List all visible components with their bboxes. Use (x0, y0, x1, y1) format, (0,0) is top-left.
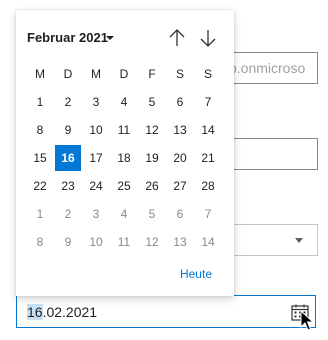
day-cell[interactable]: 3 (83, 201, 109, 227)
day-cell[interactable]: 14 (195, 229, 221, 255)
day-cell[interactable]: 20 (167, 145, 193, 171)
day-cell[interactable]: 25 (111, 173, 137, 199)
mouse-cursor-icon (300, 310, 314, 331)
date-input[interactable]: 16.02.2021 (16, 295, 316, 328)
weekday-header: M (91, 67, 101, 81)
date-input-rest: .02.2021 (42, 304, 98, 320)
day-cell[interactable]: 6 (167, 201, 193, 227)
day-cell[interactable]: 6 (167, 89, 193, 115)
day-cell[interactable]: 10 (83, 229, 109, 255)
text-field[interactable] (228, 138, 318, 170)
day-cell[interactable]: 5 (139, 201, 165, 227)
caret-down-icon (106, 36, 114, 40)
day-cell[interactable]: 7 (195, 201, 221, 227)
day-cell[interactable]: 1 (27, 201, 53, 227)
day-cell[interactable]: 14 (195, 117, 221, 143)
weekday-header: S (175, 67, 184, 81)
day-cell[interactable]: 2 (55, 89, 81, 115)
weekday-header: D (119, 67, 129, 81)
arrow-up-icon[interactable] (167, 27, 187, 49)
day-cell[interactable]: 5 (139, 89, 165, 115)
day-cell[interactable]: 8 (27, 229, 53, 255)
chevron-down-icon (295, 238, 303, 243)
day-cell[interactable]: 28 (195, 173, 221, 199)
date-input-selected-part: 16 (27, 304, 43, 320)
day-cell[interactable]: 13 (167, 229, 193, 255)
selected-day-cell[interactable]: 16 (55, 145, 81, 171)
day-cell[interactable]: 1 (27, 89, 53, 115)
day-cell[interactable]: 8 (27, 117, 53, 143)
day-cell[interactable]: 2 (55, 201, 81, 227)
day-cell[interactable]: 23 (55, 173, 81, 199)
day-cell[interactable]: 19 (139, 145, 165, 171)
day-cell[interactable]: 10 (83, 117, 109, 143)
go-to-today-link[interactable]: Heute (180, 267, 212, 281)
day-cell[interactable]: 4 (111, 89, 137, 115)
email-field[interactable]: p.onmicroso (228, 52, 318, 84)
day-cell[interactable]: 22 (27, 173, 53, 199)
day-cell[interactable]: 24 (83, 173, 109, 199)
day-cell[interactable]: 11 (111, 229, 137, 255)
date-picker-popup: Februar 2021 M D M D F S S 1 2 3 4 5 6 7 8 9 10 11 12 13 14 1… (16, 10, 234, 296)
day-cell[interactable]: 3 (83, 89, 109, 115)
weekday-header: F (148, 67, 156, 81)
day-cell[interactable]: 12 (139, 117, 165, 143)
day-cell[interactable]: 7 (195, 89, 221, 115)
day-cell[interactable]: 4 (111, 201, 137, 227)
arrow-down-icon[interactable] (198, 27, 218, 49)
email-field-text: p.onmicroso (229, 60, 306, 76)
day-cell[interactable]: 17 (83, 145, 109, 171)
weekday-header: D (63, 67, 73, 81)
day-cell[interactable]: 9 (55, 229, 81, 255)
dropdown-field[interactable] (228, 224, 318, 256)
date-input-value: 16.02.2021 (27, 304, 97, 320)
day-cell[interactable]: 18 (111, 145, 137, 171)
day-cell[interactable]: 21 (195, 145, 221, 171)
day-cell[interactable]: 15 (27, 145, 53, 171)
day-cell[interactable]: 11 (111, 117, 137, 143)
day-cell[interactable]: 27 (167, 173, 193, 199)
day-cell[interactable]: 26 (139, 173, 165, 199)
weekday-header: M (35, 67, 45, 81)
day-cell[interactable]: 9 (55, 117, 81, 143)
weekday-header: S (203, 67, 212, 81)
day-cell[interactable]: 13 (167, 117, 193, 143)
day-cell[interactable]: 12 (139, 229, 165, 255)
month-year-picker-button[interactable]: Februar 2021 (27, 30, 108, 45)
